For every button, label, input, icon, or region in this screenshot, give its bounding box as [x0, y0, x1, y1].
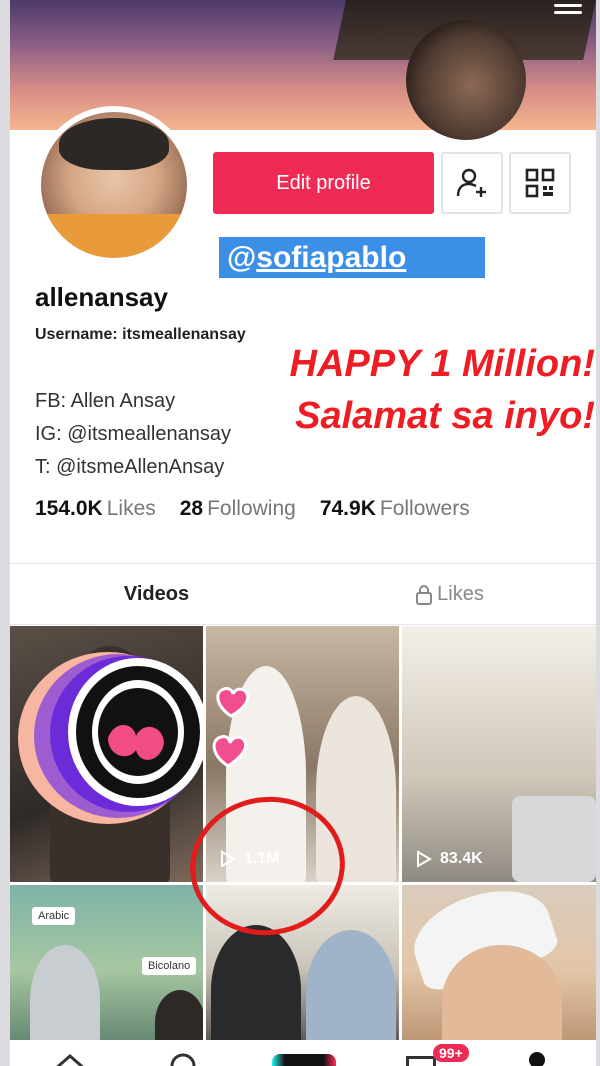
thumbnail-person	[442, 945, 562, 1055]
bio-line: T: @itsmeAllenAnsay	[35, 456, 225, 478]
content-tabs: Videos Likes	[10, 563, 596, 625]
view-count-value: 83.4K	[440, 850, 483, 867]
following-label: Following	[207, 497, 296, 520]
thumbnail-sofa	[512, 796, 596, 882]
bottom-nav	[10, 1040, 596, 1066]
thumbnail-person	[30, 945, 100, 1055]
tab-videos-label: Videos	[123, 583, 190, 605]
avatar-shirt	[41, 214, 187, 258]
tab-videos[interactable]: Videos	[10, 564, 303, 624]
create-button[interactable]	[272, 1054, 336, 1066]
mention-handle[interactable]: sofiapablo	[256, 241, 406, 274]
followers-count: 74.9K	[319, 497, 376, 520]
bio-line: FB: Allen Ansay	[35, 390, 176, 412]
display-name: allenansay	[35, 282, 168, 312]
menu-icon[interactable]	[554, 4, 582, 20]
following-count: 28	[179, 497, 204, 520]
tab-likes[interactable]: Likes	[303, 564, 596, 624]
mouth-sticker	[18, 652, 206, 824]
avatar-hair	[59, 118, 169, 170]
profile-stats: 154.0K Likes 28 Following 74.9K Followers	[35, 497, 494, 521]
qr-code-icon	[525, 168, 555, 198]
thumbnail-person	[306, 930, 396, 1055]
celebration-text: HAPPY 1 Million! Salamat sa inyo!	[205, 338, 595, 442]
avatar-photo	[41, 112, 187, 258]
add-friend-button[interactable]	[441, 152, 503, 214]
profile-nav-icon[interactable]	[529, 1052, 545, 1066]
language-tag: Arabic	[32, 907, 76, 925]
discover-icon[interactable]	[168, 1050, 198, 1066]
inbox-icon[interactable]	[406, 1056, 436, 1066]
likes-stat[interactable]: 154.0K Likes	[35, 497, 156, 521]
avatar[interactable]	[35, 106, 193, 264]
celebration-line-1: HAPPY 1 Million!	[289, 343, 595, 385]
following-stat[interactable]: 28 Following	[180, 497, 296, 521]
hearts-sticker	[212, 687, 250, 768]
edit-profile-button[interactable]: Edit profile	[213, 152, 434, 214]
qr-code-button[interactable]	[509, 152, 571, 214]
video-thumbnail[interactable]: 83.4K	[402, 626, 596, 882]
lock-icon	[416, 584, 433, 605]
bio-line: IG: @itsmeallenansay	[35, 423, 231, 445]
add-user-icon	[456, 168, 486, 197]
video-thumbnail[interactable]	[402, 885, 596, 1055]
video-thumbnail[interactable]: Arabic Bicolano	[10, 885, 203, 1055]
likes-count: 154.0K	[35, 497, 103, 520]
likes-label: Likes	[106, 497, 156, 520]
mention-prefix: @	[227, 241, 257, 274]
thumbnail-person	[211, 925, 301, 1055]
celebration-line-2: Salamat sa inyo!	[295, 395, 595, 437]
view-count: 83.4K	[416, 850, 483, 868]
bio: FB: Allen Ansay IG: @itsmeallenansay T: …	[35, 385, 231, 484]
tab-likes-label: Likes	[437, 583, 484, 605]
home-icon[interactable]	[50, 1048, 90, 1066]
play-icon	[417, 850, 432, 868]
followers-label: Followers	[379, 497, 470, 520]
cover-person	[406, 20, 526, 140]
mention-sticker: @sofiapablo	[219, 237, 485, 278]
followers-stat[interactable]: 74.9K Followers	[320, 497, 470, 521]
language-tag: Bicolano	[142, 957, 197, 975]
inbox-badge: 99+	[433, 1044, 469, 1062]
